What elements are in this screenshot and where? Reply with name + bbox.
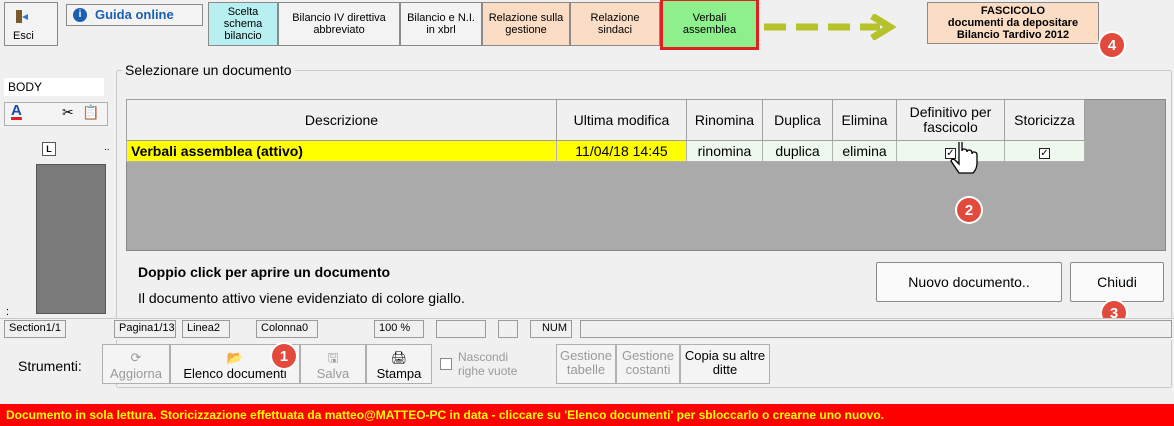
hint-bold: Doppio click per aprire un documento	[138, 264, 391, 280]
relazione-gestione-label: Relazione sulla gestione	[488, 12, 564, 36]
info-icon: i	[73, 8, 87, 22]
top-toolbar: Esci i Guida online Scelta schema bilanc…	[0, 0, 1174, 58]
printer-icon: 🖨	[390, 350, 408, 365]
badge-2: 2	[957, 198, 981, 222]
message-bar: Documento in sola lettura. Storicizzazio…	[0, 404, 1174, 426]
nuovo-documento-button[interactable]: Nuovo documento..	[876, 262, 1062, 302]
verbali-assemblea-button[interactable]: Verbali assemblea	[660, 0, 759, 50]
colon-marker: :	[6, 306, 10, 318]
col-descrizione: Descrizione	[126, 99, 557, 141]
page-preview	[36, 164, 106, 314]
copia-ditte-button[interactable]: Copia su altre ditte	[680, 344, 770, 384]
bilancio-iv-direttiva-label: Bilancio IV direttiva abbreviato	[292, 12, 386, 36]
nascondi-checkbox[interactable]	[440, 358, 452, 370]
cut-icon[interactable]: ✂	[62, 104, 74, 121]
bilancio-iv-direttiva-button[interactable]: Bilancio IV direttiva abbreviato	[278, 2, 400, 46]
relazione-sindaci-label: Relazione sindaci	[590, 12, 640, 36]
badge-1: 1	[272, 344, 296, 368]
guida-online-label: Guida online	[95, 7, 174, 22]
scelta-schema-bilancio-button[interactable]: Scelta schema bilancio	[208, 2, 278, 46]
verbali-assemblea-label: Verbali assemblea	[682, 12, 737, 36]
exit-door-icon	[16, 10, 28, 23]
aggiorna-button[interactable]: ⟳ Aggiorna	[102, 344, 170, 384]
stampa-button[interactable]: 🖨 Stampa	[366, 344, 432, 384]
relazione-gestione-button[interactable]: Relazione sulla gestione	[482, 2, 570, 46]
col-storicizza: Storicizza	[1004, 99, 1085, 141]
refresh-icon: ⟳	[130, 350, 142, 365]
status-empty-1	[436, 320, 486, 338]
status-column: Colonna0	[256, 320, 318, 338]
paste-icon[interactable]: 📋	[82, 104, 99, 121]
table-header: Descrizione Ultima modifica Rinomina Dup…	[126, 99, 1085, 141]
gestione-tabelle-label: Gestione tabelle	[559, 348, 613, 377]
chiudi-button[interactable]: Chiudi	[1070, 262, 1164, 302]
table-row[interactable]: Verbali assemblea (attivo) 11/04/18 14:4…	[126, 140, 1085, 162]
gestione-tabelle-button[interactable]: Gestione tabelle	[556, 344, 616, 384]
status-empty-3	[580, 320, 1172, 338]
fascicolo-button[interactable]: FASCICOLO documenti da depositare Bilanc…	[927, 2, 1099, 44]
status-page: Pagina1/13	[114, 320, 176, 338]
hint-note: Il documento attivo viene evidenziato di…	[138, 290, 465, 306]
floppy-icon: 🖫	[327, 350, 339, 365]
guida-online-button[interactable]: i Guida online	[66, 4, 203, 26]
nuovo-documento-label: Nuovo documento..	[908, 274, 1030, 290]
status-section: Section1/1	[4, 320, 66, 338]
ruler-dots: ..	[104, 142, 110, 153]
folder-icon: 📂	[226, 350, 244, 365]
nascondi-label: Nascondi righe vuote	[458, 350, 518, 378]
message-text: Documento in sola lettura. Storicizzazio…	[6, 408, 885, 422]
fascicolo-subtitle: documenti da depositare	[947, 17, 1079, 29]
cell-descrizione[interactable]: Verbali assemblea (attivo)	[126, 140, 557, 162]
storicizza-cell: ✓	[1004, 140, 1085, 162]
document-table: Descrizione Ultima modifica Rinomina Dup…	[126, 99, 1085, 162]
style-box[interactable]: BODY	[4, 78, 104, 96]
storicizza-checkbox[interactable]: ✓	[1039, 148, 1050, 159]
font-color-icon[interactable]: A	[11, 102, 22, 119]
stampa-label: Stampa	[376, 366, 422, 381]
ruler-tab[interactable]: L	[42, 142, 56, 156]
esci-button[interactable]: Esci	[4, 2, 58, 46]
hand-cursor-icon	[950, 142, 978, 174]
elenco-documenti-label: Elenco documenti	[183, 366, 287, 381]
col-elimina: Elimina	[832, 99, 897, 141]
elimina-link[interactable]: elimina	[832, 140, 897, 162]
bilancio-xbrl-button[interactable]: Bilancio e N.I. in xbrl	[400, 2, 482, 46]
col-rinomina: Rinomina	[686, 99, 763, 141]
col-ultima-modifica: Ultima modifica	[556, 99, 687, 141]
editor-side-panel: BODY A ✂ 📋 L ..	[0, 60, 116, 318]
col-definitivo: Definitivo per fascicolo	[896, 99, 1005, 141]
status-num: NUM	[530, 320, 572, 338]
cell-ultima-modifica: 11/04/18 14:45	[556, 140, 687, 162]
gestione-costanti-button[interactable]: Gestione costanti	[616, 344, 680, 384]
dialog-title: Selezionare un documento	[122, 62, 295, 78]
bilancio-xbrl-label: Bilancio e N.I. in xbrl	[407, 12, 475, 36]
status-empty-2	[498, 320, 518, 338]
aggiorna-label: Aggiorna	[109, 366, 163, 381]
salva-button[interactable]: 🖫 Salva	[300, 344, 366, 384]
gestione-costanti-label: Gestione costanti	[621, 348, 675, 377]
scelta-schema-bilancio-label: Scelta schema bilancio	[223, 6, 263, 42]
chiudi-label: Chiudi	[1097, 274, 1137, 290]
esci-label: Esci	[13, 30, 34, 42]
salva-label: Salva	[316, 366, 350, 381]
copia-ditte-label: Copia su altre ditte	[684, 348, 766, 377]
col-duplica: Duplica	[762, 99, 833, 141]
relazione-sindaci-button[interactable]: Relazione sindaci	[570, 2, 660, 46]
dashed-arrow-icon	[764, 14, 897, 40]
rinomina-link[interactable]: rinomina	[686, 140, 763, 162]
status-zoom: 100 %	[374, 320, 424, 338]
fascicolo-year: Bilancio Tardivo 2012	[956, 29, 1070, 41]
tools-label: Strumenti:	[18, 358, 82, 374]
badge-4: 4	[1100, 33, 1124, 57]
status-line: Linea2	[182, 320, 230, 338]
fascicolo-title: FASCICOLO	[980, 5, 1046, 17]
duplica-link[interactable]: duplica	[762, 140, 833, 162]
